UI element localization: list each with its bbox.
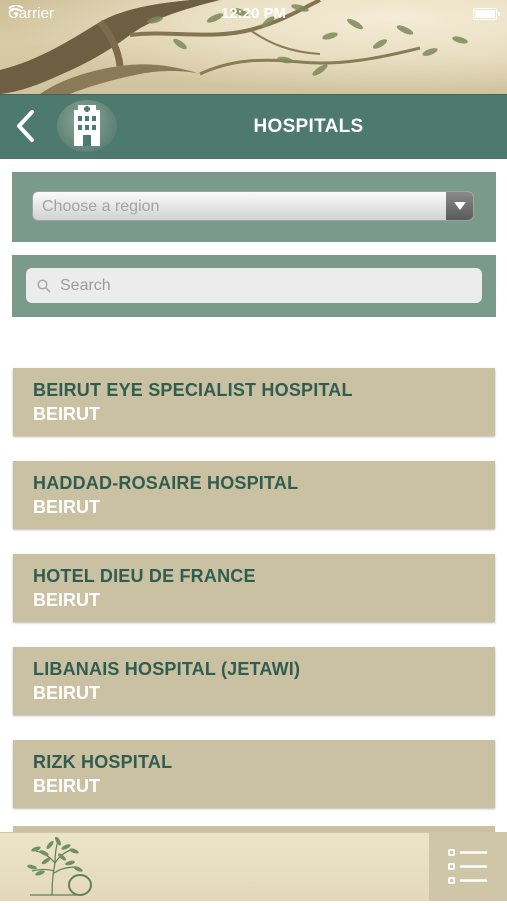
home-logo-button[interactable] [22, 836, 96, 899]
search-icon [37, 279, 51, 293]
hospital-city: BEIRUT [33, 404, 100, 424]
hospital-name: LIBANAIS HOSPITAL (JETAWI) [33, 659, 301, 679]
region-select-placeholder: Choose a region [42, 198, 160, 215]
search-input[interactable] [60, 268, 470, 303]
navigation-bar: HOSPITALS [0, 94, 507, 159]
list-menu-icon [448, 849, 488, 884]
region-panel: Choose a region [12, 172, 496, 242]
triangle-down-icon [453, 202, 466, 210]
page-title: HOSPITALS [253, 116, 364, 137]
menu-button[interactable] [429, 833, 507, 901]
hospital-city: BEIRUT [33, 776, 100, 796]
hospital-name: HADDAD-ROSAIRE HOSPITAL [33, 473, 299, 493]
hospital-list-item[interactable]: HOTEL DIEU DE FRANCE BEIRUT [13, 554, 495, 622]
hospital-city: BEIRUT [33, 683, 100, 703]
hospital-city: BEIRUT [33, 497, 100, 517]
status-time: 12:20 PM [220, 5, 287, 22]
region-dropdown-button[interactable] [446, 192, 473, 220]
hospital-list-item[interactable]: HADDAD-ROSAIRE HOSPITAL BEIRUT [13, 461, 495, 529]
bottom-tab-bar [0, 832, 507, 901]
hospital-name: HOTEL DIEU DE FRANCE [33, 566, 256, 586]
hospital-name: BEIRUT EYE SPECIALIST HOSPITAL [33, 380, 353, 400]
battery-icon [473, 8, 500, 20]
hospital-list-item[interactable]: RIZK HOSPITAL BEIRUT [13, 740, 495, 808]
hospital-list-item[interactable]: LIBANAIS HOSPITAL (JETAWI) BEIRUT [13, 647, 495, 715]
header-photo: Carrier 12:20 PM [0, 0, 507, 94]
olive-tree-logo-icon [27, 836, 92, 896]
hospital-city: BEIRUT [33, 590, 100, 610]
search-box[interactable] [26, 268, 482, 303]
status-bar: Carrier 12:20 PM [0, 0, 507, 28]
hospital-name: RIZK HOSPITAL [33, 752, 173, 772]
search-panel [12, 255, 496, 317]
hospital-list-item[interactable]: BEIRUT EYE SPECIALIST HOSPITAL BEIRUT [13, 368, 495, 436]
region-select[interactable]: Choose a region [32, 191, 474, 221]
